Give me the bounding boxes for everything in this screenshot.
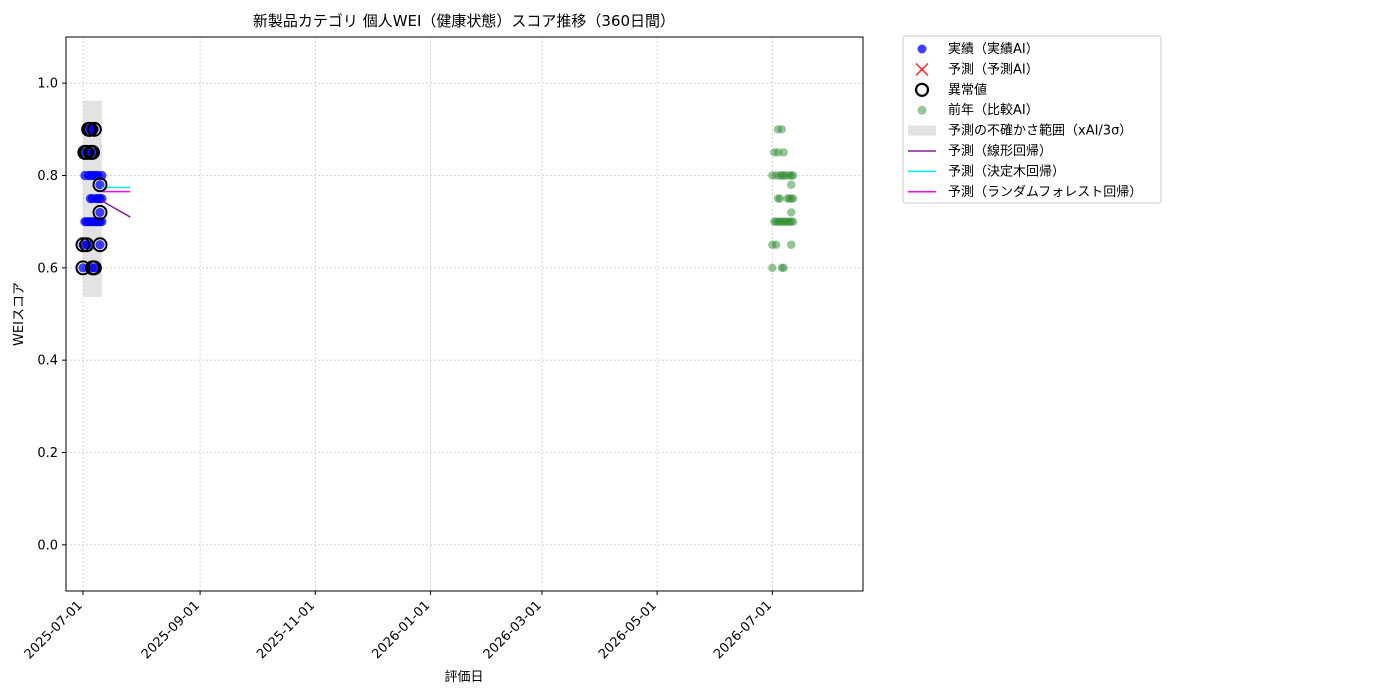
- legend-label: 予測の不確かさ範囲（xAI/3σ）: [948, 123, 1132, 139]
- actual-point: [97, 193, 107, 204]
- legend-label: 予測（ランダムフォレスト回帰）: [948, 184, 1142, 200]
- y-tick-label: 1.0: [37, 77, 58, 92]
- previous-year-point: [787, 240, 796, 249]
- legend-label: 実績（実績AI）: [948, 41, 1039, 57]
- legend-label: 予測（予測AI）: [948, 62, 1039, 77]
- previous-year-point: [777, 125, 786, 134]
- actual-point: [95, 207, 105, 218]
- y-tick-label: 0.6: [37, 261, 58, 276]
- legend-marker: [917, 105, 927, 115]
- y-tick-label: 0.0: [37, 538, 58, 553]
- previous-year-point: [771, 240, 781, 249]
- y-tick-label: 0.2: [37, 446, 58, 461]
- y-axis: 0.0 0.2 0.4 0.6 0.8 1.0: [37, 77, 66, 553]
- x-tick-label: 2025-07-01: [22, 598, 86, 662]
- legend-label: 異常値: [948, 82, 987, 98]
- y-axis-label: WEIスコア: [12, 282, 27, 346]
- previous-year-point: [768, 263, 777, 273]
- x-axis: 2025-07-01 2025-09-01 2025-11-01 2026-01-01…: [22, 591, 775, 662]
- plot-frame: [65, 36, 864, 592]
- legend-label: 予測（線形回帰）: [948, 143, 1052, 159]
- x-axis-label: 評価日: [444, 670, 483, 685]
- legend: 実績（実績AI） 予測（予測AI） 異常値前年（比較AI） 予測の不確かさ範囲（xAI…: [902, 35, 1162, 204]
- grid: [66, 37, 863, 591]
- legend-label: 予測（決定木回帰）: [948, 163, 1065, 179]
- legend-label: 前年（比較AI）: [948, 102, 1039, 118]
- x-tick-label: 2026-03-01: [481, 598, 545, 662]
- y-tick-label: 0.8: [37, 169, 58, 184]
- previous-year-point: [775, 194, 785, 203]
- previous-year-point: [779, 263, 788, 273]
- x-tick-label: 2026-05-01: [596, 598, 660, 662]
- x-tick-label: 2026-07-01: [711, 598, 775, 662]
- previous-year-point: [788, 171, 798, 180]
- previous-year-point: [787, 180, 796, 189]
- x-tick-label: 2025-11-01: [254, 598, 318, 662]
- x-tick-label: 2025-09-01: [139, 598, 203, 662]
- previous-year-point: [788, 217, 798, 226]
- previous-year-point: [788, 194, 798, 203]
- chart-title: 新製品カテゴリ 個人WEI（健康状態）スコア推移（360日間）: [253, 12, 675, 30]
- legend-marker: [908, 125, 936, 136]
- points-layer: [78, 124, 798, 273]
- actual-point: [95, 240, 105, 250]
- x-tick-label: 2026-01-01: [369, 598, 433, 662]
- previous-year-point: [787, 208, 796, 217]
- previous-year-point: [779, 148, 788, 157]
- chart: 新製品カテゴリ 個人WEI（健康状態）スコア推移（360日間） 2025-07-…: [12, 12, 1162, 685]
- legend-marker: [917, 44, 927, 54]
- y-tick-label: 0.4: [37, 354, 58, 369]
